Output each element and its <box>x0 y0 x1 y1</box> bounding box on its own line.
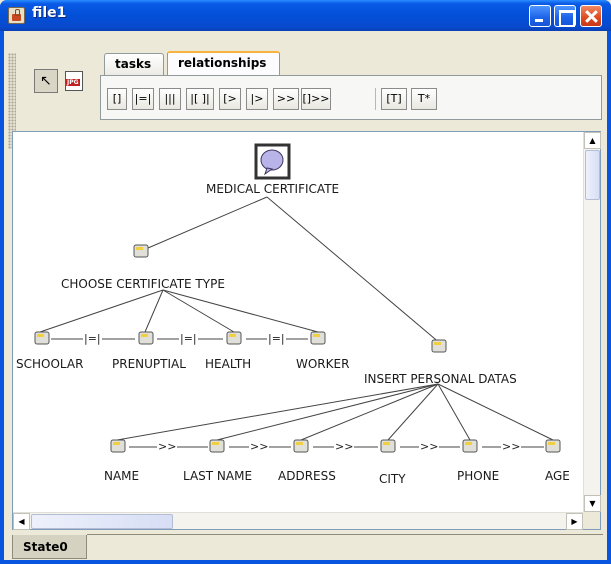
task-model-canvas[interactable]: MEDICAL CERTIFICATE CHOOSE CERTIFICATE T… <box>13 132 583 512</box>
task-label-choice[interactable]: SCHOOLAR <box>16 357 83 371</box>
operator-label[interactable]: |=| <box>83 333 102 345</box>
app-window: file1 ↖ tasks relationships [] |=| ||| |… <box>0 0 611 564</box>
interaction-task-icon[interactable] <box>380 439 396 453</box>
scroll-right-arrow-icon[interactable]: ▶ <box>566 513 583 530</box>
task-label-choice[interactable]: WORKER <box>296 357 349 371</box>
operator-label[interactable]: >> <box>334 441 355 453</box>
minimize-button[interactable] <box>529 5 551 27</box>
suspend-resume-button[interactable]: |> <box>246 88 268 110</box>
maximize-button[interactable] <box>554 5 576 27</box>
operator-label[interactable]: |=| <box>179 333 198 345</box>
interaction-task-icon[interactable] <box>110 439 126 453</box>
task-label-field[interactable]: AGE <box>545 469 570 483</box>
task-label-field[interactable]: LAST NAME <box>183 469 252 483</box>
disabling-button[interactable]: [> <box>219 88 241 110</box>
scrollbar-corner <box>583 512 600 529</box>
state-tab[interactable]: State0 <box>12 535 87 559</box>
state-tab-border <box>87 534 603 535</box>
interaction-task-icon[interactable] <box>293 439 309 453</box>
toolbar-separator <box>375 88 376 110</box>
title-bar[interactable]: file1 <box>0 0 611 31</box>
interaction-task-icon[interactable] <box>431 339 447 353</box>
java-cup-icon <box>8 7 25 24</box>
scroll-left-arrow-icon[interactable]: ◀ <box>13 513 30 530</box>
interaction-task-icon[interactable] <box>545 439 561 453</box>
interaction-task-icon[interactable] <box>226 331 242 345</box>
vertical-scrollbar[interactable]: ▲ ▼ <box>583 132 601 512</box>
horizontal-scrollbar[interactable]: ◀ ▶ <box>13 512 583 530</box>
interaction-task-icon[interactable] <box>133 244 149 258</box>
close-button[interactable] <box>580 5 602 27</box>
task-label-insert[interactable]: INSERT PERSONAL DATAS <box>364 372 517 386</box>
tab-tasks[interactable]: tasks <box>104 53 164 75</box>
operator-label[interactable]: >> <box>157 441 178 453</box>
task-label-choice[interactable]: HEALTH <box>205 357 251 371</box>
cursor-arrow-icon: ↖ <box>40 73 52 89</box>
operator-label[interactable]: >> <box>419 441 440 453</box>
enabling-button[interactable]: >> <box>273 88 299 110</box>
relationships-panel: [] |=| ||| |[ ]| [> |> >> []>> [T] T* <box>100 75 602 120</box>
interleaving-button[interactable]: ||| <box>159 88 181 110</box>
interaction-task-icon[interactable] <box>209 439 225 453</box>
task-label-choice[interactable]: PRENUPTIAL <box>112 357 186 371</box>
task-model-canvas-frame: MEDICAL CERTIFICATE CHOOSE CERTIFICATE T… <box>12 131 601 530</box>
tab-relationships[interactable]: relationships <box>167 51 280 75</box>
optional-task-button[interactable]: [T] <box>381 88 407 110</box>
task-label-field[interactable]: CITY <box>379 472 406 486</box>
enabling-info-button[interactable]: []>> <box>301 88 331 110</box>
task-label-field[interactable]: NAME <box>104 469 139 483</box>
interaction-task-icon[interactable] <box>138 331 154 345</box>
synchronization-button[interactable]: |[ ]| <box>186 88 214 110</box>
interaction-task-icon[interactable] <box>310 331 326 345</box>
order-independence-button[interactable]: |=| <box>132 88 154 110</box>
interaction-task-icon[interactable] <box>462 439 478 453</box>
abstract-task-icon[interactable] <box>260 149 284 176</box>
task-label-field[interactable]: ADDRESS <box>278 469 336 483</box>
choice-operator-button[interactable]: [] <box>107 88 127 110</box>
pointer-tool-button[interactable]: ↖ <box>34 69 58 93</box>
interaction-task-icon[interactable] <box>34 331 50 345</box>
task-label-field[interactable]: PHONE <box>457 469 499 483</box>
scroll-up-arrow-icon[interactable]: ▲ <box>584 132 601 149</box>
task-label-choose[interactable]: CHOOSE CERTIFICATE TYPE <box>61 277 225 291</box>
operator-label[interactable]: >> <box>501 441 522 453</box>
jpg-file-icon <box>65 71 83 91</box>
operator-label[interactable]: |=| <box>267 333 286 345</box>
task-label-root[interactable]: MEDICAL CERTIFICATE <box>206 182 339 196</box>
iterative-task-button[interactable]: T* <box>411 88 437 110</box>
operator-label[interactable]: >> <box>249 441 270 453</box>
window-title: file1 <box>32 5 67 21</box>
horizontal-scroll-thumb[interactable] <box>31 514 173 529</box>
scroll-down-arrow-icon[interactable]: ▼ <box>584 495 601 512</box>
vertical-scroll-thumb[interactable] <box>585 150 600 200</box>
window-client-area: ↖ tasks relationships [] |=| ||| |[ ]| [… <box>4 31 607 560</box>
export-jpg-button[interactable] <box>62 69 86 93</box>
